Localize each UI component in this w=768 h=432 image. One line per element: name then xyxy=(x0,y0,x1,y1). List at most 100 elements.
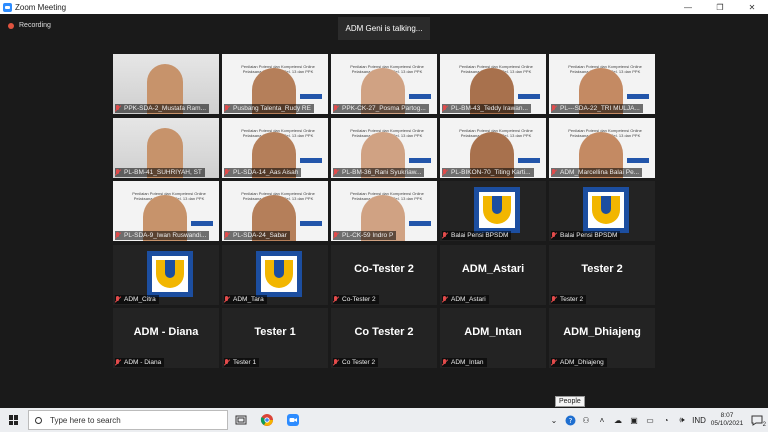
search-placeholder: Type here to search xyxy=(50,415,121,425)
recording-dot-icon xyxy=(8,22,14,29)
participant-name-label: PL-SDA-14_Aas Aisah xyxy=(224,168,302,177)
slide-logo-bar xyxy=(518,158,540,163)
slide-logo-bar xyxy=(300,94,322,99)
participant-name: PL-BIKON-70_Titing Karti... xyxy=(451,169,531,176)
recording-indicator[interactable]: Recording xyxy=(8,22,51,29)
muted-mic-icon xyxy=(333,232,339,239)
taskbar-search-box[interactable]: Type here to search xyxy=(28,410,228,430)
participant-tile[interactable]: ADM_Astari ADM_Astari xyxy=(440,245,546,305)
pu-logo-icon xyxy=(474,187,520,233)
participant-name-label: PL-BIKON-70_Titing Karti... xyxy=(442,168,534,177)
participant-tile[interactable]: Penilaian Potensi dan Kompetensi Online … xyxy=(222,181,328,241)
pu-logo-icon xyxy=(256,251,302,297)
search-icon xyxy=(35,416,42,424)
participant-name: Co-Tester 2 xyxy=(342,296,376,303)
notification-center-icon[interactable]: 2 xyxy=(746,408,768,432)
participant-display-name: ADM_Astari xyxy=(461,263,525,275)
minimize-button[interactable]: — xyxy=(672,0,704,14)
participant-tile[interactable]: Penilaian Potensi dan Kompetensi Online … xyxy=(222,118,328,178)
chevron-down-icon[interactable]: ⌄ xyxy=(546,408,562,432)
participant-tile[interactable]: ADM_Intan ADM_Intan xyxy=(440,308,546,368)
volume-icon[interactable]: 🕪 xyxy=(674,408,690,432)
participant-name: ADM_Citra xyxy=(124,296,156,303)
participant-name-label: Tester 1 xyxy=(224,358,260,367)
active-speaker-banner: ADM Geni is talking... xyxy=(338,17,430,40)
participant-tile[interactable]: Penilaian Potensi dan Kompetensi Online … xyxy=(549,54,655,114)
people-icon[interactable]: ⚇ xyxy=(578,408,594,432)
start-button[interactable] xyxy=(0,408,28,432)
participant-tile[interactable]: ADM - Diana ADM - Diana xyxy=(113,308,219,368)
taskbar-clock[interactable]: 8:07 05/10/2021 xyxy=(708,412,746,428)
muted-mic-icon xyxy=(551,105,557,112)
participant-display-name: ADM - Diana xyxy=(133,326,199,338)
slide-logo-bar xyxy=(300,158,322,163)
participant-tile[interactable]: PPK-SDA-2_Mustafa Ram... xyxy=(113,54,219,114)
participant-tile[interactable]: Penilaian Potensi dan Kompetensi Online … xyxy=(331,181,437,241)
participant-name-label: Tester 2 xyxy=(551,295,587,304)
participant-name: ADM - Diana xyxy=(124,359,162,366)
close-button[interactable]: ✕ xyxy=(736,0,768,14)
zoom-taskbar-icon[interactable] xyxy=(280,408,306,432)
participant-name: ADM_Astari xyxy=(451,296,486,303)
participant-tile[interactable]: Tester 1 Tester 1 xyxy=(222,308,328,368)
participant-tile[interactable]: Penilaian Potensi dan Kompetensi Online … xyxy=(440,118,546,178)
window-title: Zoom Meeting xyxy=(15,2,67,12)
participant-name: PL-SDA-24_Sabar xyxy=(233,232,287,239)
chrome-icon[interactable] xyxy=(254,408,280,432)
windows-logo-icon xyxy=(9,415,19,425)
participant-tile[interactable]: Penilaian Potensi dan Kompetensi Online … xyxy=(331,118,437,178)
participant-tile[interactable]: Co-Tester 2 Co-Tester 2 xyxy=(331,245,437,305)
task-view-icon[interactable] xyxy=(228,408,254,432)
participant-name: Pusbang Talenta_Rudy RE xyxy=(233,105,311,112)
participant-name-label: PPK-CK-27_Posma Partog... xyxy=(333,104,429,113)
participant-tile[interactable]: ADM_Dhiajeng ADM_Dhiajeng xyxy=(549,308,655,368)
participant-name-label: ADM_Astari xyxy=(442,295,489,304)
participant-tile[interactable]: Penilaian Potensi dan Kompetensi Online … xyxy=(440,54,546,114)
clock-date: 05/10/2021 xyxy=(710,420,744,427)
chevron-up-icon[interactable]: ˄ xyxy=(594,408,610,432)
participant-tile[interactable]: ADM_Citra xyxy=(113,245,219,305)
participant-tile[interactable]: Penilaian Potensi dan Kompetensi Online … xyxy=(113,181,219,241)
participant-name: Tester 1 xyxy=(233,359,257,366)
slide-logo-bar xyxy=(409,158,431,163)
maximize-button[interactable]: ❐ xyxy=(704,0,736,14)
notification-count: 2 xyxy=(762,422,766,428)
participant-name: PPK-CK-27_Posma Partog... xyxy=(342,105,426,112)
participant-tile[interactable]: Penilaian Potensi dan Kompetensi Online … xyxy=(549,118,655,178)
slide-logo-bar xyxy=(627,158,649,163)
participant-tile[interactable]: Balai Pensi BPSDM xyxy=(440,181,546,241)
participant-tile[interactable]: Penilaian Potensi dan Kompetensi Online … xyxy=(331,54,437,114)
wifi-icon[interactable]: ◔ xyxy=(658,408,674,432)
slide-logo-bar xyxy=(627,94,649,99)
onedrive-icon[interactable]: ☁ xyxy=(610,408,626,432)
participant-name-label: PL-BM-41_SUHRIYAH, ST xyxy=(115,168,205,177)
participant-name-label: PL-BM-43_Teddy Irawan... xyxy=(442,104,531,113)
battery-icon[interactable]: ▭ xyxy=(642,408,658,432)
participant-name: ADM_Intan xyxy=(451,359,484,366)
participant-name-label: Balai Pensi BPSDM xyxy=(551,231,621,240)
meet-now-icon[interactable]: ▣ xyxy=(626,408,642,432)
muted-mic-icon xyxy=(551,169,557,176)
participant-tile[interactable]: Balai Pensi BPSDM xyxy=(549,181,655,241)
slide-logo-bar xyxy=(518,94,540,99)
participant-name: PL---SDA-22_TRI MULJA... xyxy=(560,105,640,112)
participant-name-label: PPK-SDA-2_Mustafa Ram... xyxy=(115,104,209,113)
slide-logo-bar xyxy=(191,221,213,226)
muted-mic-icon xyxy=(333,359,339,366)
muted-mic-icon xyxy=(224,359,230,366)
participant-tile[interactable]: ADM_Tara xyxy=(222,245,328,305)
muted-mic-icon xyxy=(551,296,557,303)
muted-mic-icon xyxy=(115,359,121,366)
participant-tile[interactable]: Tester 2 Tester 2 xyxy=(549,245,655,305)
participant-display-name: ADM_Intan xyxy=(464,326,522,338)
participant-tile[interactable]: Co Tester 2 Co Tester 2 xyxy=(331,308,437,368)
system-tray: ⌄ ? ⚇ ˄ ☁ ▣ ▭ ◔ 🕪 IND 8:07 05/10/2021 2 xyxy=(546,408,768,432)
participant-tile[interactable]: PL-BM-41_SUHRIYAH, ST xyxy=(113,118,219,178)
participant-tile[interactable]: Penilaian Potensi dan Kompetensi Online … xyxy=(222,54,328,114)
muted-mic-icon xyxy=(442,359,448,366)
participant-display-name: Co Tester 2 xyxy=(354,326,414,338)
participant-name-label: ADM - Diana xyxy=(115,358,165,367)
language-indicator[interactable]: IND xyxy=(690,408,708,432)
slide-logo-bar xyxy=(409,94,431,99)
help-icon[interactable]: ? xyxy=(562,408,578,432)
